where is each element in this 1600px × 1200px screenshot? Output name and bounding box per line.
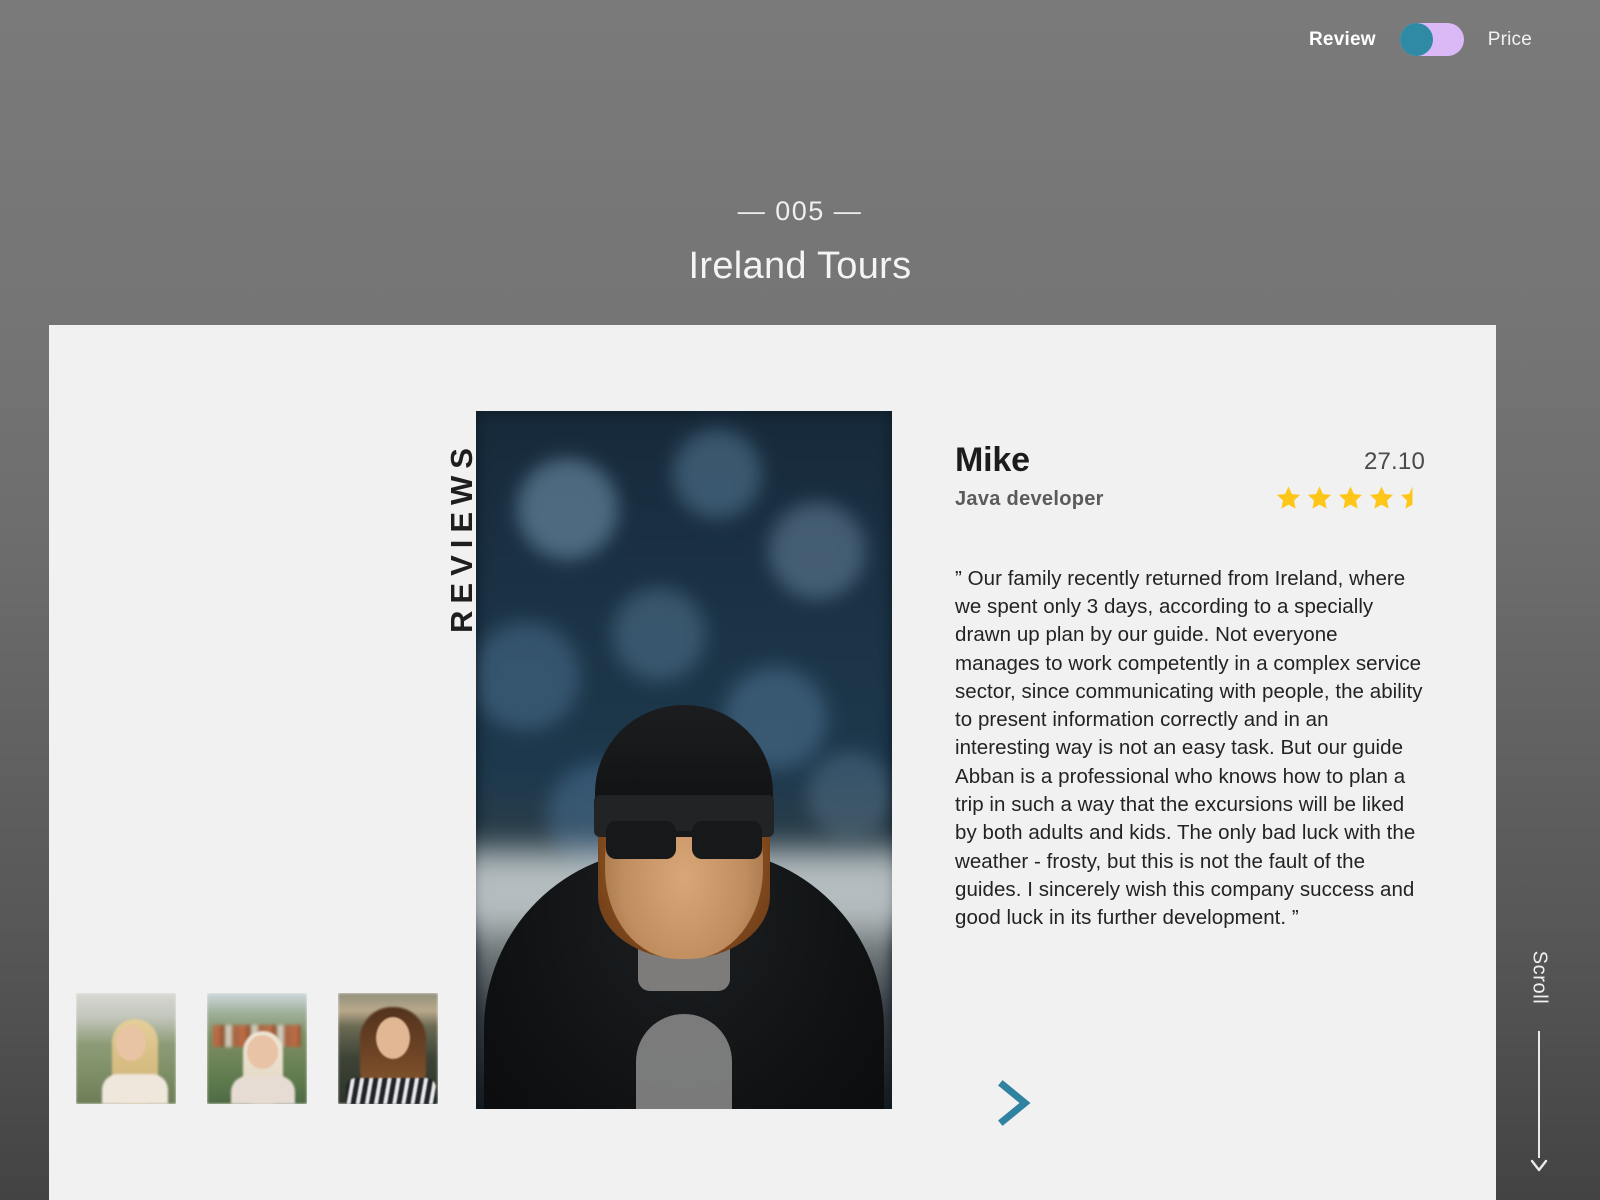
review-thumbnail-1[interactable] (76, 993, 176, 1104)
review-date: 27.10 (1363, 448, 1425, 475)
reviewer-hero-photo (476, 411, 892, 1109)
reviews-vertical-label-text: REVIEWS (444, 441, 479, 633)
star-full-icon (1339, 486, 1362, 509)
star-half-icon (1401, 486, 1424, 509)
section-index: — 005 — (737, 196, 863, 226)
arrow-down-icon (1530, 1159, 1548, 1172)
reviewer-role: Java developer (955, 487, 1104, 510)
next-review-button[interactable] (993, 1075, 1039, 1131)
scroll-label: Scroll (1528, 950, 1551, 1005)
scroll-indicator[interactable]: Scroll (1510, 940, 1568, 1175)
sunglasses-left-lens (606, 821, 676, 859)
thumbnail-1-dress (102, 1074, 168, 1104)
review-header: Mike Java developer 27.10 (955, 441, 1425, 511)
review-meta: 27.10 (1276, 443, 1425, 510)
hero-photo-collar (636, 1014, 732, 1109)
thumbnail-2-dress (231, 1076, 295, 1104)
toggle-label-price[interactable]: Price (1488, 30, 1532, 49)
sunglasses-right-lens (692, 821, 762, 859)
hero-photo-sunglasses (606, 821, 762, 861)
top-toggle-bar: Review Price (1309, 0, 1600, 78)
thumbnail-1-face (116, 1025, 146, 1061)
page-title: Ireland Tours (688, 245, 912, 288)
toggle-label-review[interactable]: Review (1309, 30, 1376, 49)
review-content: Mike Java developer 27.10 ” Our family r… (955, 441, 1425, 932)
star-full-icon (1277, 486, 1300, 509)
star-full-icon (1308, 486, 1331, 509)
page-heading: — 005 — Ireland Tours (0, 195, 1600, 288)
review-thumbnail-3[interactable] (338, 993, 438, 1104)
reviews-panel: REVIEWS Mike Java developer 27.10 ” Our … (49, 325, 1496, 1200)
reviewer-name: Mike (955, 441, 1030, 479)
toggle-knob (1399, 22, 1433, 56)
thumbnail-2-face (247, 1035, 278, 1069)
rating-stars (1276, 485, 1425, 510)
review-text: ” Our family recently returned from Irel… (955, 566, 1423, 930)
thumbnail-3-shirt (346, 1078, 436, 1104)
review-price-toggle[interactable] (1399, 22, 1464, 56)
review-thumbnail-2[interactable] (207, 993, 307, 1104)
sunglasses-bridge (672, 831, 696, 837)
review-thumbnail-list (76, 993, 438, 1104)
thumbnail-3-face (376, 1017, 410, 1059)
chevron-right-icon (998, 1080, 1031, 1126)
scroll-line (1538, 1031, 1540, 1158)
star-full-icon (1370, 486, 1393, 509)
reviewer-identity: Mike Java developer (955, 441, 1104, 511)
